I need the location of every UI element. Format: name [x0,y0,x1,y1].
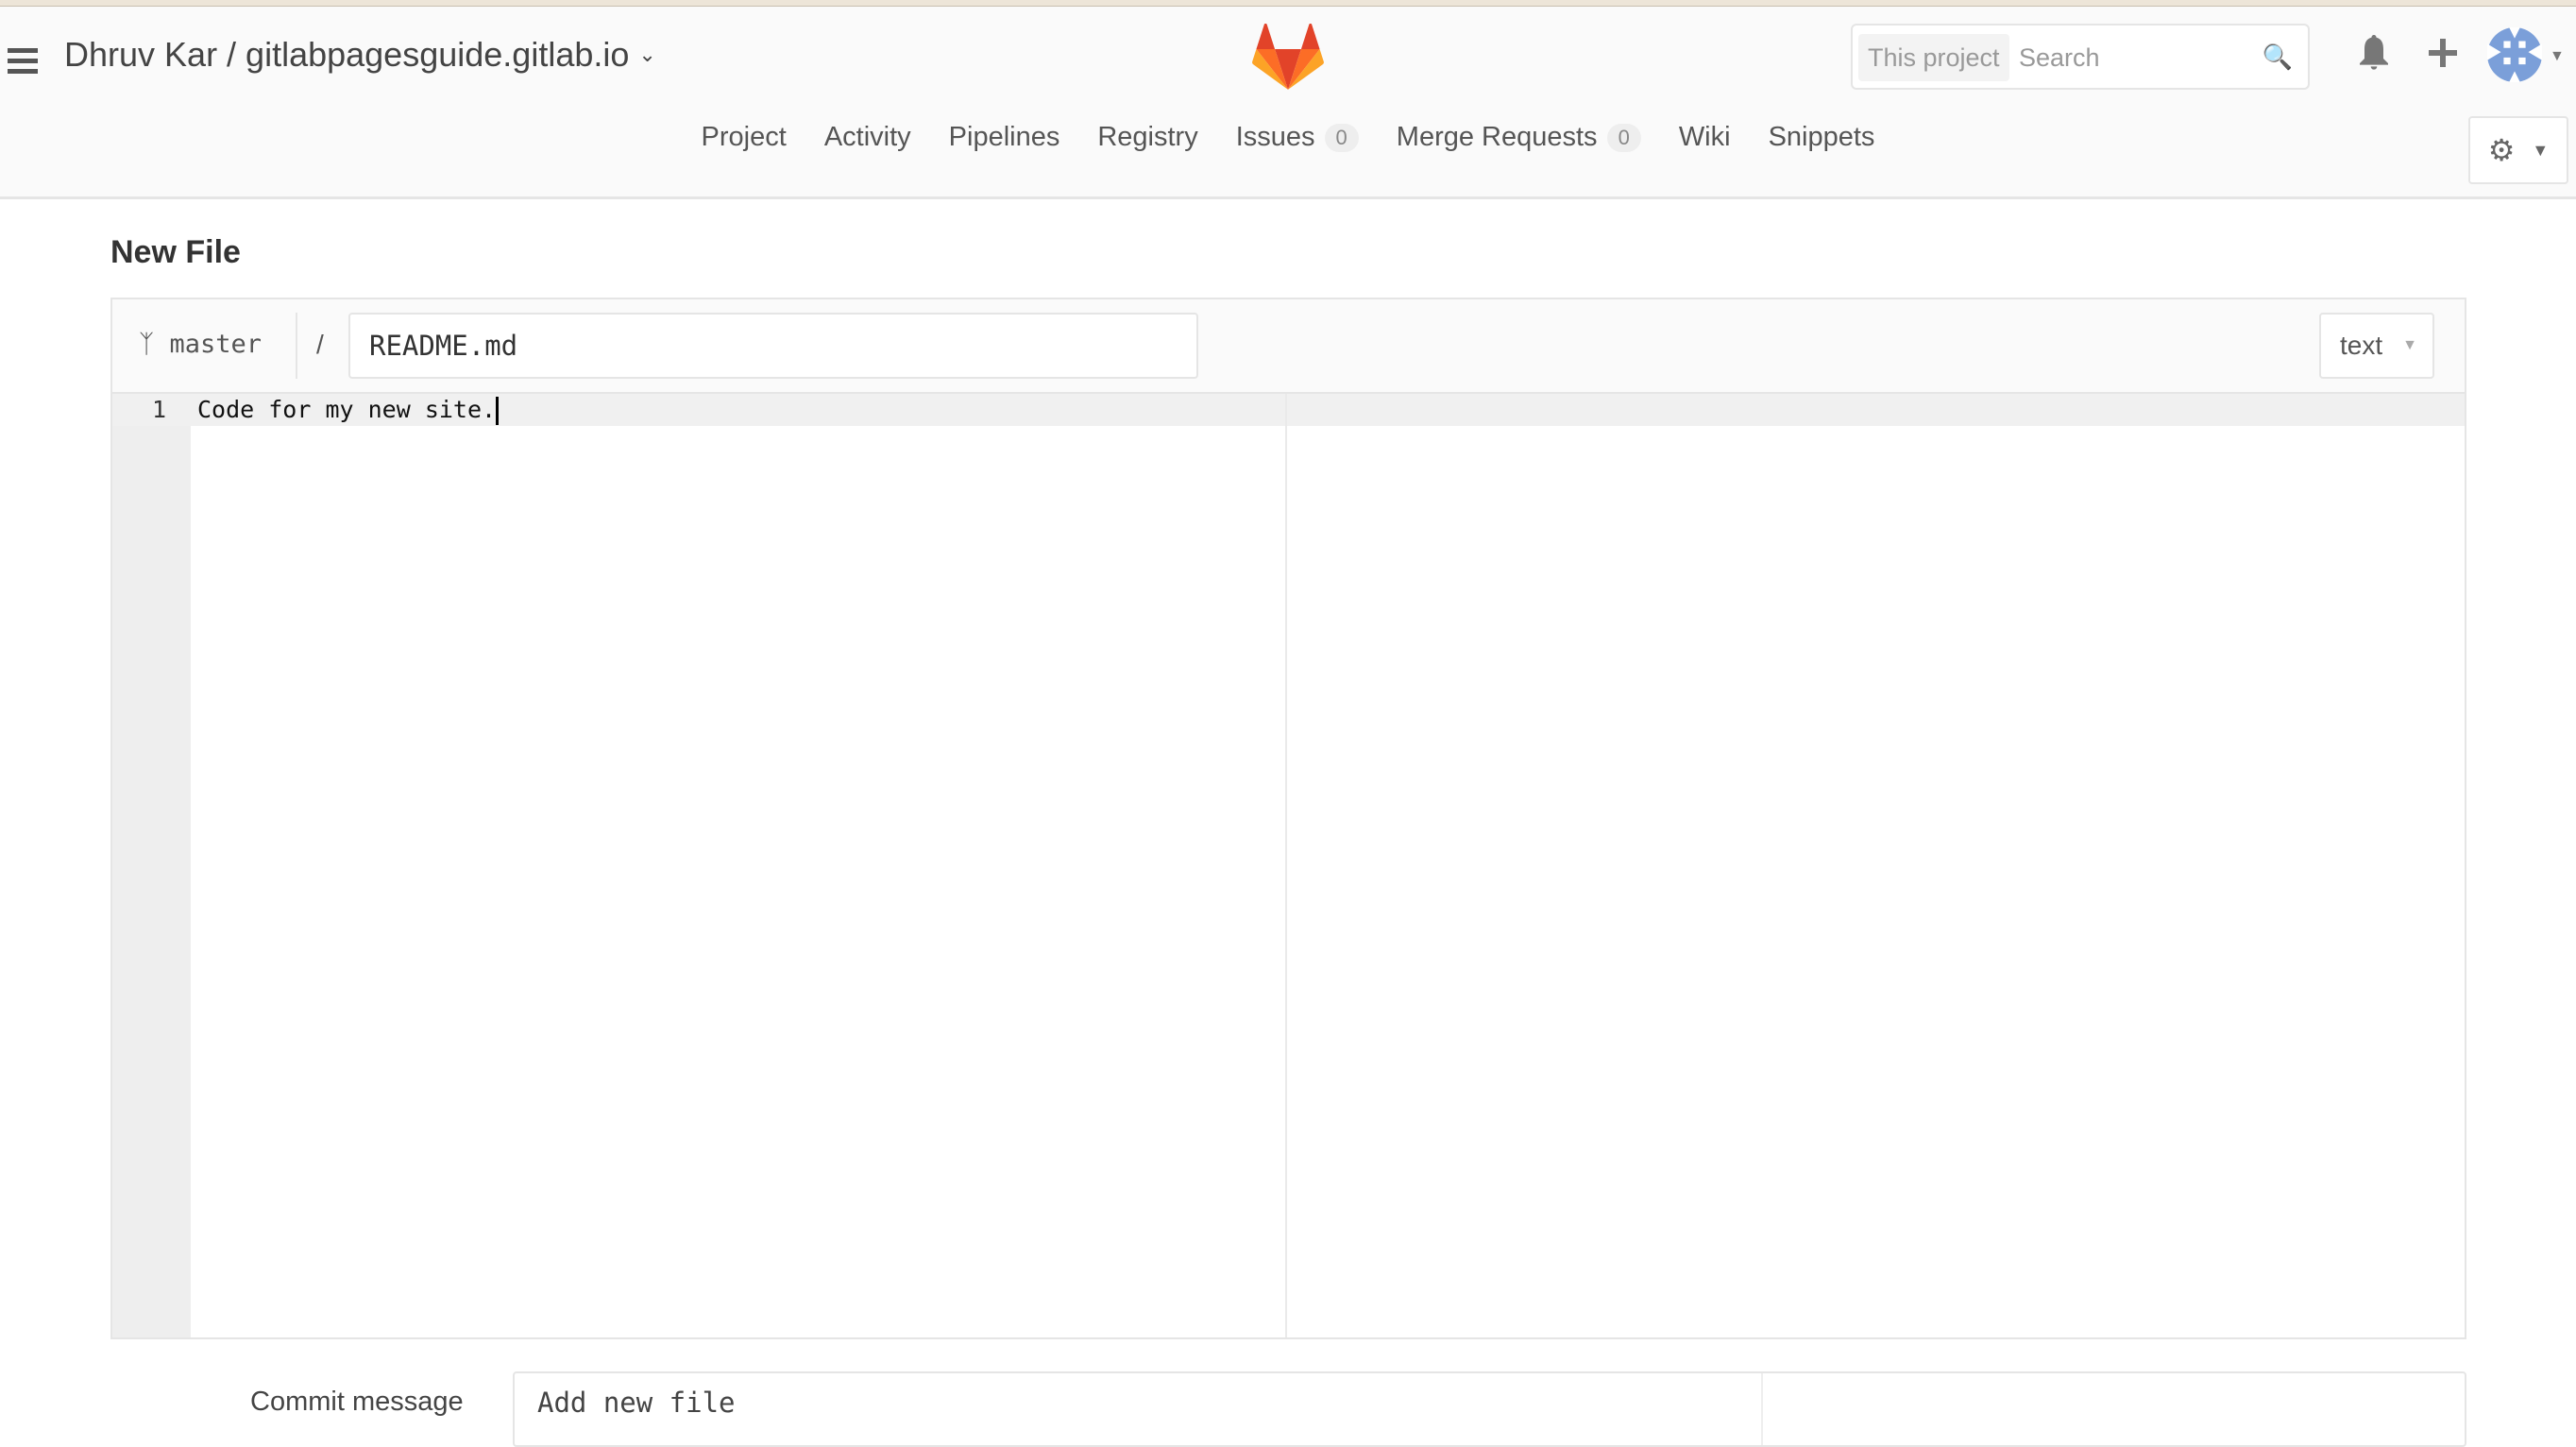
project-title-dropdown[interactable]: Dhruv Kar / gitlabpagesguide.gitlab.io ⌄ [64,35,656,75]
divider [296,313,297,379]
nav-label: Registry [1097,122,1198,152]
file-mode-select[interactable]: text ▼ [2319,313,2434,379]
nav-issues[interactable]: Issues 0 [1236,122,1359,153]
code-line[interactable]: Code for my new site. [197,396,496,423]
file-mode-value: text [2340,331,2383,360]
file-editor: ᛉ master / README.md text ▼ 1 Code for my… [110,298,2466,1339]
print-margin [1285,394,1287,1337]
branch-icon: ᛉ [139,330,155,359]
nav-label: Merge Requests [1396,122,1598,152]
top-header: Dhruv Kar / gitlabpagesguide.gitlab.io ⌄… [0,7,2576,199]
project-settings-dropdown[interactable]: ⚙ ▼ [2468,116,2568,184]
commit-message-input[interactable]: Add new file [513,1371,2466,1447]
avatar-caret-icon[interactable]: ▼ [2550,48,2565,65]
line-number: 1 [151,396,166,423]
page-title: New File [110,234,241,270]
search-scope-badge: This project [1858,34,2009,81]
bell-icon[interactable] [2358,35,2390,73]
path-separator: / [316,330,324,359]
nav-label: Snippets [1768,122,1875,152]
print-margin [1761,1373,1763,1445]
hamburger-menu-icon[interactable] [8,48,38,75]
nav-pipelines[interactable]: Pipelines [949,122,1060,153]
nav-label: Wiki [1678,122,1731,152]
nav-label: Project [701,122,787,152]
browser-top-edge [0,0,2576,7]
nav-snippets[interactable]: Snippets [1769,122,1875,153]
search-box[interactable]: This project Search 🔍 [1851,24,2310,90]
code-area[interactable]: Code for my new site. [197,394,500,426]
plus-icon[interactable] [2429,39,2457,67]
caret-down-icon: ▼ [2532,140,2550,160]
project-path: Dhruv Kar / gitlabpagesguide.gitlab.io [64,35,630,74]
nav-project[interactable]: Project [702,122,787,153]
search-input[interactable]: Search [2019,34,2100,81]
branch-label: ᛉ master [139,330,262,359]
gear-icon: ⚙ [2487,133,2516,167]
project-nav: Project Activity Pipelines Registry Issu… [0,122,2576,153]
nav-wiki[interactable]: Wiki [1679,122,1731,153]
nav-merge-requests[interactable]: Merge Requests 0 [1397,122,1641,153]
file-name-input[interactable]: README.md [348,313,1198,379]
issues-count-badge: 0 [1324,123,1359,152]
gitlab-logo-icon[interactable] [1252,24,1324,90]
line-gutter [112,394,191,1337]
merge-requests-count-badge: 0 [1606,123,1641,152]
nav-label: Issues [1235,122,1315,152]
caret-down-icon: ▼ [2402,337,2417,353]
editor-toolbar: ᛉ master / README.md text ▼ [112,299,2465,394]
nav-label: Pipelines [948,122,1060,152]
user-avatar[interactable] [2487,27,2542,82]
chevron-down-icon: ⌄ [638,43,656,66]
text-cursor [496,397,500,425]
commit-message-label: Commit message [250,1387,464,1417]
nav-registry[interactable]: Registry [1097,122,1197,153]
search-icon: 🔍 [2262,43,2293,71]
branch-name: master [169,330,263,359]
nav-label: Activity [823,122,911,152]
nav-activity[interactable]: Activity [824,122,911,153]
commit-message-value: Add new file [537,1387,736,1419]
